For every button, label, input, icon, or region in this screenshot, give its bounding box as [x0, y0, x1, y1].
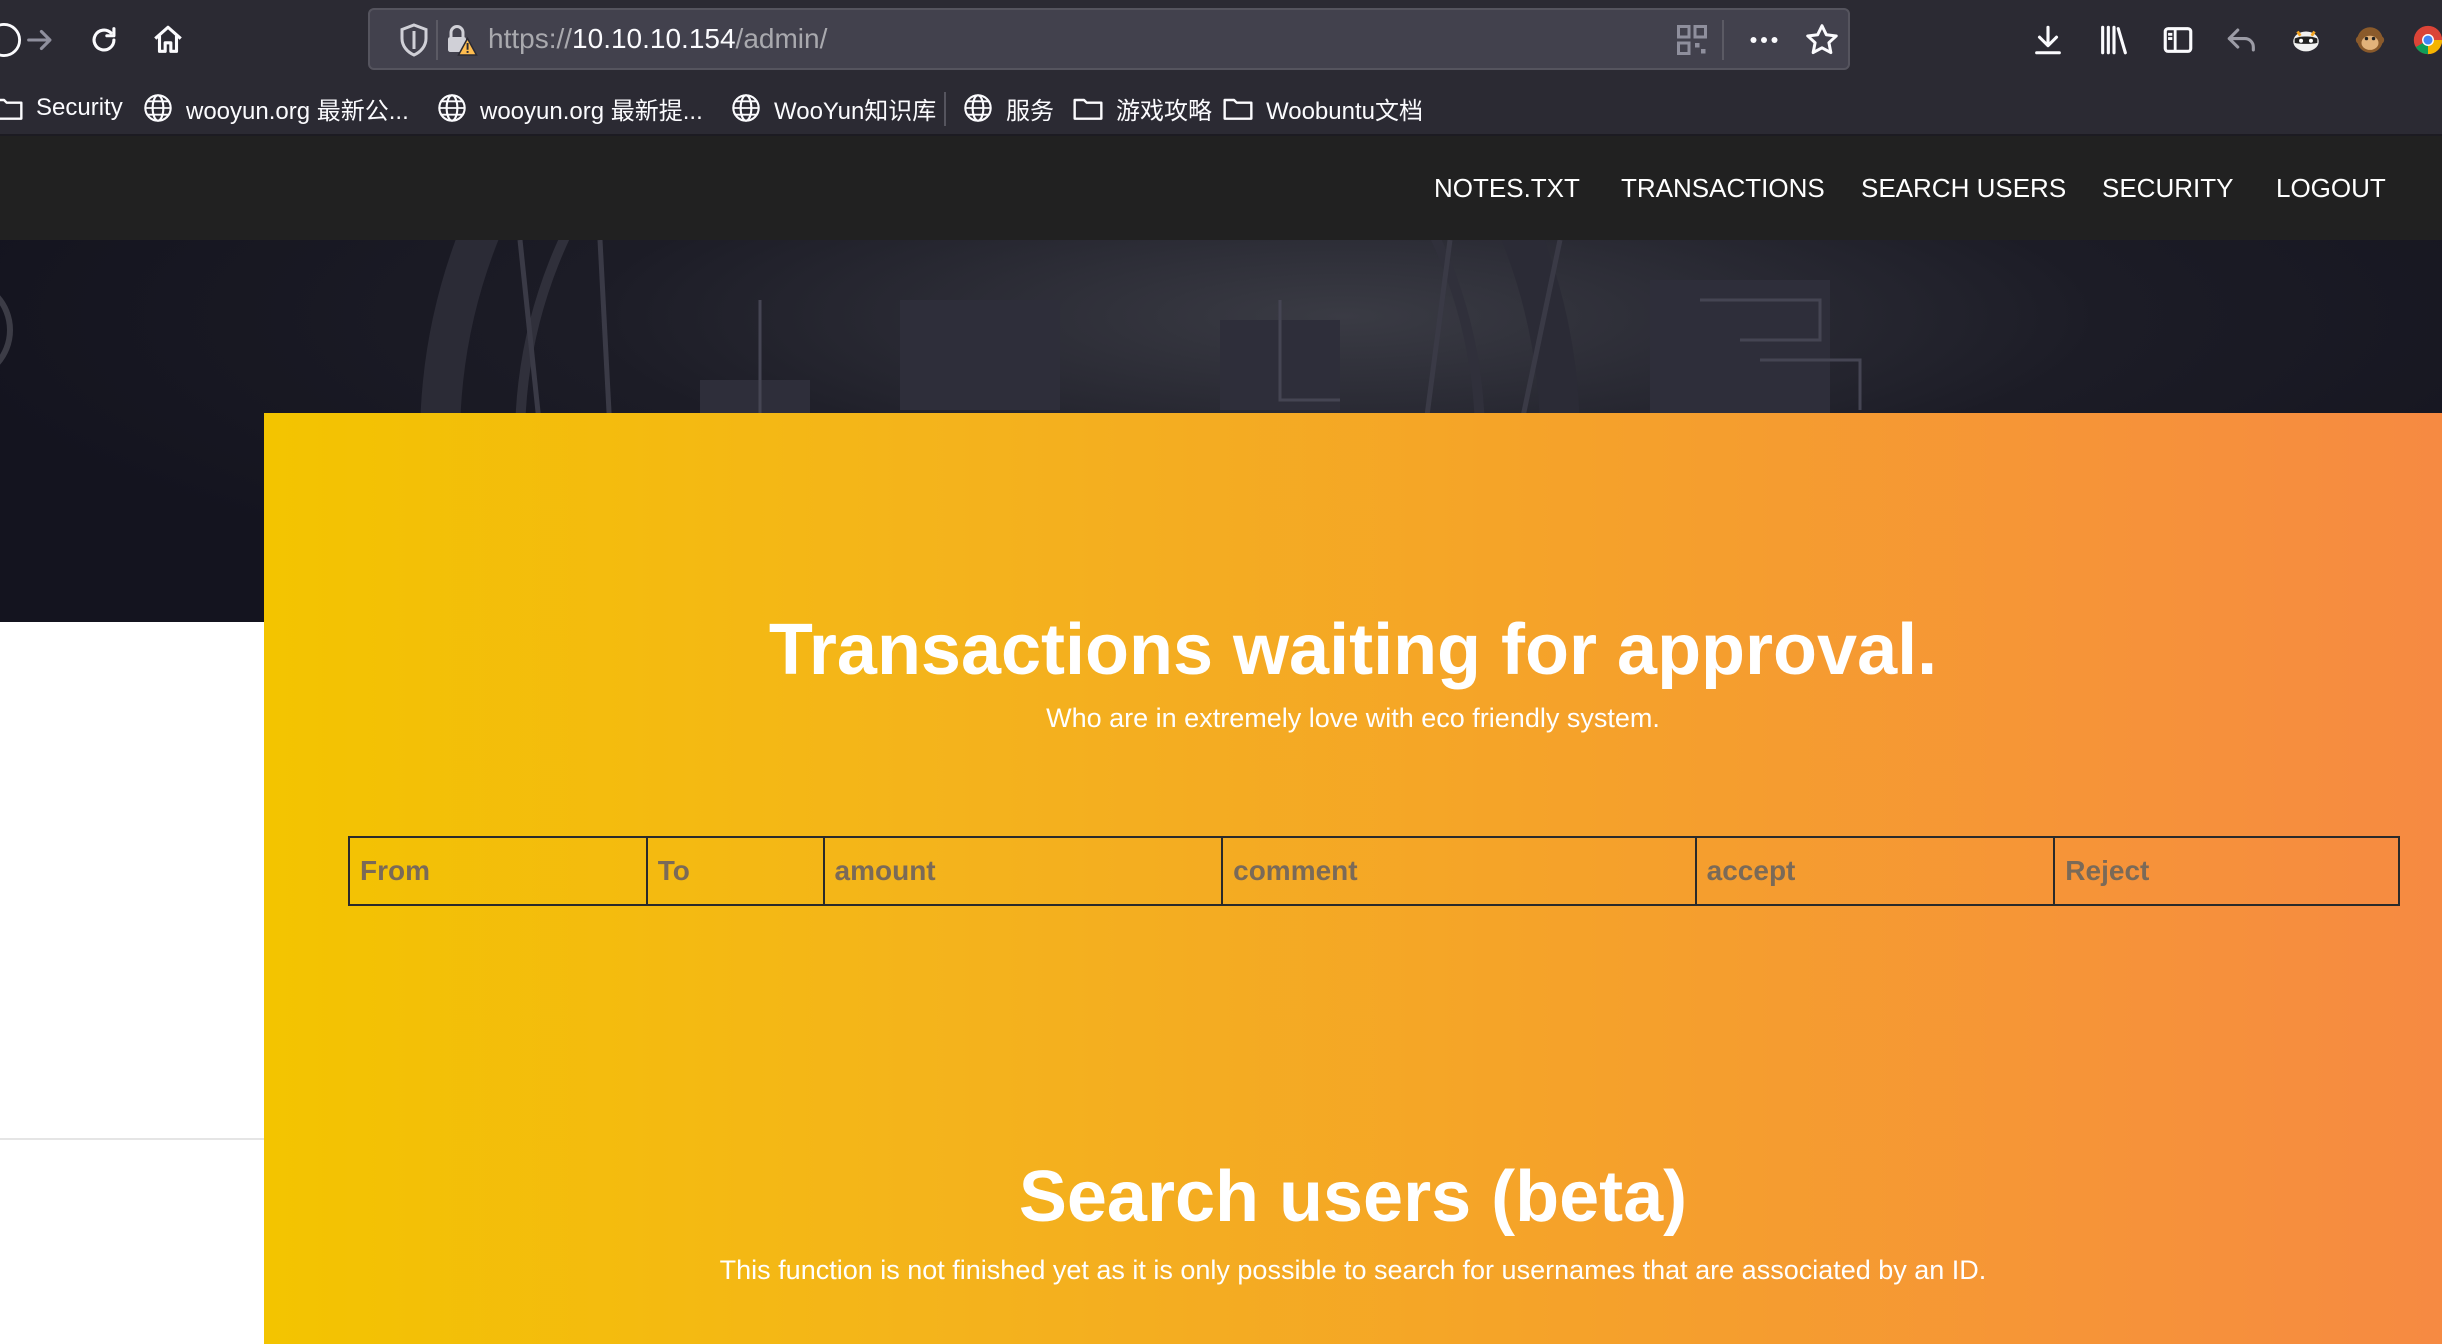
reply-arrow-icon: [2227, 28, 2255, 52]
column-header-reject: Reject: [2053, 836, 2400, 906]
bookmark-item[interactable]: Security: [0, 80, 123, 136]
download-icon: [2035, 25, 2061, 55]
reload-button[interactable]: [80, 16, 128, 64]
site-navigation: NOTES.TXT TRANSACTIONS SEARCH USERS SECU…: [0, 136, 2442, 240]
transactions-table: From To amount comment accept Reject: [348, 836, 2400, 906]
url-text[interactable]: https://10.10.10.154/admin/: [488, 10, 827, 68]
bookmark-separator: [944, 92, 946, 126]
bookmark-label: wooyun.org 最新提...: [480, 97, 703, 125]
bookmark-label: 游戏攻略: [1116, 97, 1212, 125]
bookmark-label: 服务: [1006, 97, 1054, 125]
library-button[interactable]: [2090, 16, 2138, 64]
forward-button[interactable]: [16, 16, 64, 64]
more-actions-icon[interactable]: [1746, 22, 1782, 58]
forward-arrow-icon: [27, 29, 52, 51]
search-users-subtitle: This function is not finished yet as it …: [719, 1255, 1987, 1285]
home-button[interactable]: [144, 16, 192, 64]
column-header-amount: amount: [822, 836, 1224, 906]
bookmark-item[interactable]: Woobuntu文档: [1222, 80, 1423, 136]
column-header-from: From: [348, 836, 648, 906]
bookmark-label: wooyun.org 最新公...: [186, 97, 409, 125]
column-header-comment: comment: [1221, 836, 1697, 906]
address-bar[interactable]: https://10.10.10.154/admin/: [368, 8, 1850, 70]
nav-logout[interactable]: LOGOUT: [2276, 136, 2386, 240]
column-header-to: To: [645, 836, 825, 906]
globe-icon: [438, 94, 466, 122]
qr-code-icon[interactable]: [1674, 22, 1710, 58]
extension-button-3[interactable]: [2404, 16, 2442, 64]
bookmark-item[interactable]: wooyun.org 最新提...: [436, 80, 703, 136]
nav-security[interactable]: SECURITY: [2102, 136, 2233, 240]
transactions-heading: Transactions waiting for approval.: [768, 610, 1938, 690]
insecure-lock-icon[interactable]: [442, 22, 478, 58]
bookmark-star-icon[interactable]: [1804, 22, 1840, 58]
reload-icon: [92, 27, 116, 52]
bookmark-item[interactable]: WooYun知识库: [730, 80, 936, 136]
extension-button[interactable]: [2282, 16, 2330, 64]
downloads-button[interactable]: [2024, 16, 2072, 64]
raccoon-extension-icon: [2293, 30, 2319, 52]
url-scheme: https://: [488, 23, 573, 54]
folder-icon: [1073, 98, 1103, 120]
bookmark-item[interactable]: wooyun.org 最新公...: [142, 80, 409, 136]
home-icon: [154, 25, 182, 53]
bookmark-label: Security: [36, 94, 123, 121]
table-header-row: From To amount comment accept Reject: [348, 836, 2400, 906]
browser-toolbar: https://10.10.10.154/admin/: [0, 0, 2442, 80]
urlbar-separator-right: [1722, 20, 1724, 60]
bookmark-item[interactable]: 服务: [962, 80, 1054, 136]
nav-search-users[interactable]: SEARCH USERS: [1861, 136, 2066, 240]
reply-button[interactable]: [2218, 16, 2266, 64]
sidebar-icon: [2163, 27, 2193, 53]
folder-icon: [1223, 98, 1253, 120]
shield-icon[interactable]: [396, 22, 432, 58]
web-page: NOTES.TXT TRANSACTIONS SEARCH USERS SECU…: [0, 136, 2442, 1344]
bookmark-label: Woobuntu文档: [1266, 97, 1423, 125]
sidebar-button[interactable]: [2154, 16, 2202, 64]
globe-icon: [144, 94, 172, 122]
bookmarks-bar: Security wooyun.org 最新公... wooyun.org 最新…: [0, 80, 2442, 136]
bookmark-item[interactable]: 游戏攻略: [1072, 80, 1212, 136]
globe-icon: [964, 94, 992, 122]
folder-icon: [0, 98, 23, 120]
admin-panel: Transactions waiting for approval. Who a…: [264, 413, 2442, 1344]
url-path: /admin/: [735, 23, 828, 54]
left-divider: [0, 1138, 264, 1140]
url-host: 10.10.10.154: [572, 23, 736, 54]
extension-button-2[interactable]: [2346, 16, 2394, 64]
transactions-subtitle: Who are in extremely love with eco frien…: [1046, 703, 1660, 733]
urlbar-separator: [436, 20, 438, 60]
bookmark-label: WooYun知识库: [774, 97, 937, 125]
library-icon: [2101, 25, 2127, 55]
monkey-extension-icon: [2355, 27, 2385, 53]
nav-transactions[interactable]: TRANSACTIONS: [1621, 136, 1825, 240]
nav-notes-txt[interactable]: NOTES.TXT: [1434, 136, 1580, 240]
globe-icon: [732, 94, 760, 122]
column-header-accept: accept: [1694, 836, 2056, 906]
chrome-extension-icon: [2413, 25, 2442, 55]
search-users-heading: Search users (beta): [1018, 1157, 1688, 1237]
